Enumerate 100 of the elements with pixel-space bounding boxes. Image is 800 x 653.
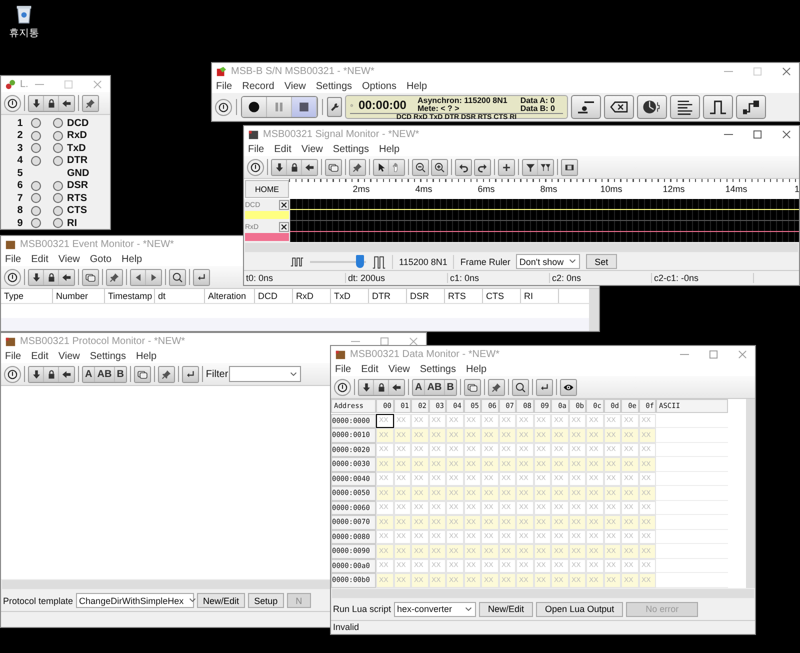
left-arrow-button[interactable] — [59, 270, 74, 284]
menu-item[interactable]: View — [301, 144, 323, 154]
text-view-button[interactable] — [670, 95, 700, 119]
column-header[interactable]: Type — [1, 289, 53, 303]
scrollbar[interactable] — [244, 242, 799, 253]
menu-item[interactable]: Help — [379, 144, 400, 154]
down-arrow-button[interactable] — [272, 160, 287, 174]
channel-color-swatch[interactable] — [245, 211, 289, 219]
zoom-slider[interactable] — [310, 254, 366, 268]
down-arrow-button[interactable] — [29, 270, 44, 284]
left-arrow-button[interactable] — [389, 380, 404, 394]
menu-item[interactable]: File — [248, 144, 264, 154]
slider-thumb[interactable] — [356, 254, 364, 268]
action-button[interactable]: New/Edit — [197, 593, 246, 608]
maximize-icon[interactable] — [753, 130, 762, 138]
wrench-button[interactable] — [327, 97, 342, 117]
lock-button[interactable] — [374, 380, 389, 394]
action-button[interactable]: Open Lua Output — [536, 602, 624, 616]
menu-item[interactable]: View — [388, 364, 410, 374]
down-arrow-button[interactable] — [29, 366, 44, 382]
filter-dropdown[interactable] — [229, 366, 302, 382]
column-header[interactable]: CTS — [483, 289, 521, 303]
lock-button[interactable] — [287, 160, 302, 174]
menu-item[interactable]: View — [58, 254, 80, 264]
hand-button[interactable] — [389, 160, 404, 174]
column-header[interactable]: dt — [155, 289, 205, 303]
display-mode-button[interactable]: B — [444, 380, 456, 394]
menu-item[interactable]: Settings — [316, 80, 352, 92]
column-header[interactable]: DTR — [369, 289, 407, 303]
power-button[interactable] — [247, 158, 264, 176]
menu-item[interactable]: Settings — [90, 350, 126, 362]
menu-item[interactable]: Goto — [90, 254, 112, 264]
menu-item[interactable]: Help — [136, 350, 157, 362]
menu-item[interactable]: Edit — [274, 144, 292, 154]
menu-item[interactable]: Help — [466, 364, 487, 374]
frame-ruler-dropdown[interactable]: Don't show — [516, 254, 580, 269]
column-header[interactable]: DCD — [255, 289, 293, 303]
maximize-icon[interactable] — [380, 336, 389, 346]
close-icon[interactable] — [782, 130, 791, 138]
action-button[interactable]: New/Edit — [479, 602, 534, 616]
display-mode-button[interactable]: AB — [95, 366, 115, 382]
display-mode-button[interactable]: A — [83, 366, 96, 382]
menu-item[interactable]: Help — [406, 80, 428, 92]
menu-item[interactable]: File — [5, 254, 22, 264]
menu-item[interactable]: Settings — [420, 364, 456, 374]
column-header[interactable]: RxD — [293, 289, 331, 303]
column-header[interactable]: Number — [53, 289, 105, 303]
protocol-template-dropdown[interactable]: ChangeDirWithSimpleHex — [76, 593, 194, 608]
remove-channel-button[interactable] — [279, 222, 289, 232]
filter-button[interactable] — [523, 160, 538, 174]
marker-button[interactable] — [571, 95, 601, 119]
channel-color-swatch[interactable] — [245, 233, 289, 241]
menu-item[interactable]: Edit — [31, 350, 48, 362]
pointer-button[interactable] — [374, 160, 389, 174]
connection-button[interactable] — [736, 95, 766, 119]
timing-button[interactable] — [637, 95, 667, 119]
menu-item[interactable]: Edit — [361, 364, 378, 374]
column-header[interactable]: DSR — [407, 289, 445, 303]
menu-item[interactable]: Edit — [31, 254, 48, 264]
double-filter-button[interactable] — [538, 160, 553, 174]
scrollbar[interactable] — [746, 399, 755, 588]
close-icon[interactable] — [782, 66, 791, 76]
power-button[interactable] — [4, 268, 21, 286]
power-button[interactable] — [215, 98, 232, 116]
signal-view-button[interactable] — [703, 95, 733, 119]
left-arrow-button[interactable] — [302, 160, 317, 174]
desktop-icon-label[interactable]: 휴지통 — [9, 26, 39, 40]
scrollbar[interactable] — [589, 289, 599, 331]
right-triangle-button[interactable] — [146, 270, 161, 284]
recycle-bin-icon[interactable] — [15, 4, 33, 24]
column-header[interactable]: TxD — [331, 289, 369, 303]
menu-item[interactable]: Help — [122, 254, 142, 264]
close-icon[interactable] — [409, 336, 418, 346]
menu-item[interactable]: Record — [242, 80, 274, 92]
power-button[interactable] — [334, 378, 351, 396]
action-button[interactable]: Setup — [248, 593, 284, 608]
menu-item[interactable]: File — [5, 350, 22, 362]
menu-item[interactable]: View — [58, 350, 80, 362]
lock-button[interactable] — [44, 96, 59, 110]
power-button[interactable] — [4, 366, 21, 382]
lock-button[interactable] — [44, 366, 59, 382]
clear-button[interactable] — [604, 95, 634, 119]
left-triangle-button[interactable] — [131, 270, 146, 284]
menu-item[interactable]: View — [284, 80, 306, 92]
lua-script-dropdown[interactable]: hex-converter — [394, 602, 476, 616]
scrollbar[interactable] — [1, 579, 331, 590]
menu-item[interactable]: Settings — [332, 144, 369, 154]
down-arrow-button[interactable] — [359, 380, 374, 394]
stop-button[interactable] — [292, 97, 317, 117]
remove-channel-button[interactable] — [279, 200, 289, 210]
display-mode-button[interactable]: B — [114, 366, 126, 382]
record-button[interactable] — [242, 97, 267, 117]
left-arrow-button[interactable] — [59, 96, 74, 110]
set-button[interactable]: Set — [586, 254, 618, 269]
menu-item[interactable]: Options — [362, 80, 396, 92]
power-button[interactable] — [4, 94, 21, 112]
left-arrow-button[interactable] — [59, 366, 74, 382]
home-button[interactable]: HOME — [245, 180, 289, 198]
display-mode-button[interactable]: AB — [425, 380, 445, 394]
lock-button[interactable] — [44, 270, 59, 284]
